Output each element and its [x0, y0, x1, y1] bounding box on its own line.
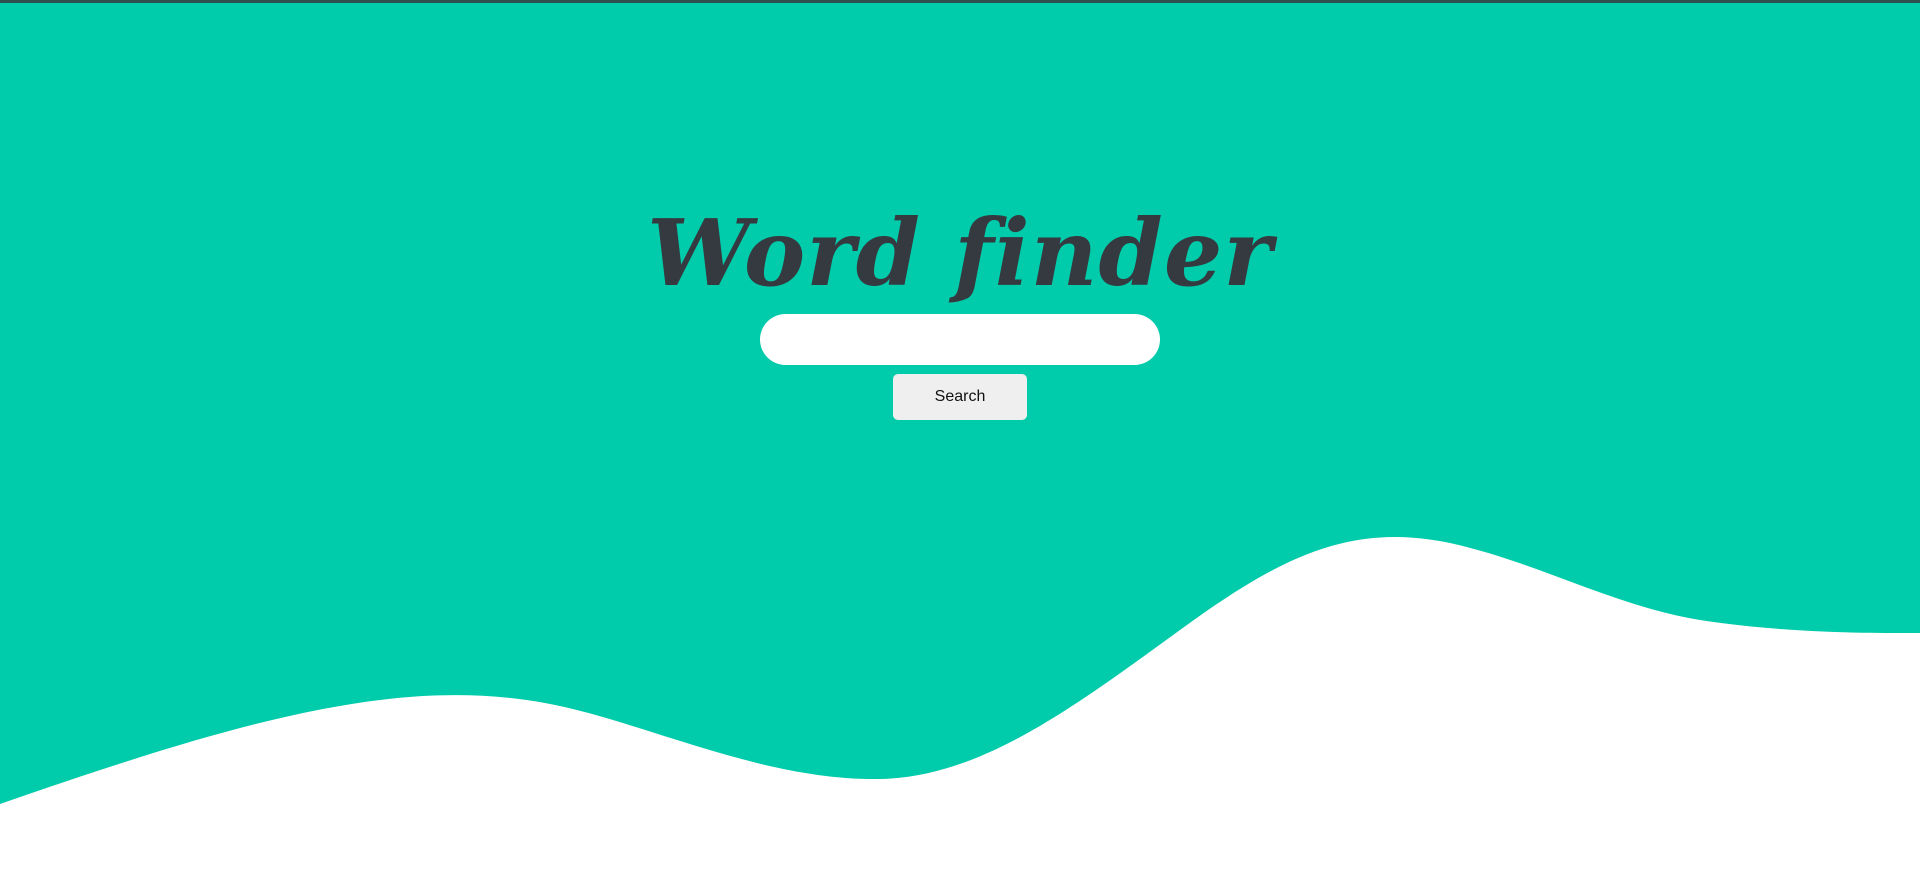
- hero-section: Word finder Search: [0, 0, 1920, 887]
- page-title: Word finder: [647, 199, 1273, 307]
- search-input[interactable]: [760, 314, 1160, 365]
- search-panel: Word finder Search: [0, 0, 1920, 887]
- search-button[interactable]: Search: [893, 374, 1027, 420]
